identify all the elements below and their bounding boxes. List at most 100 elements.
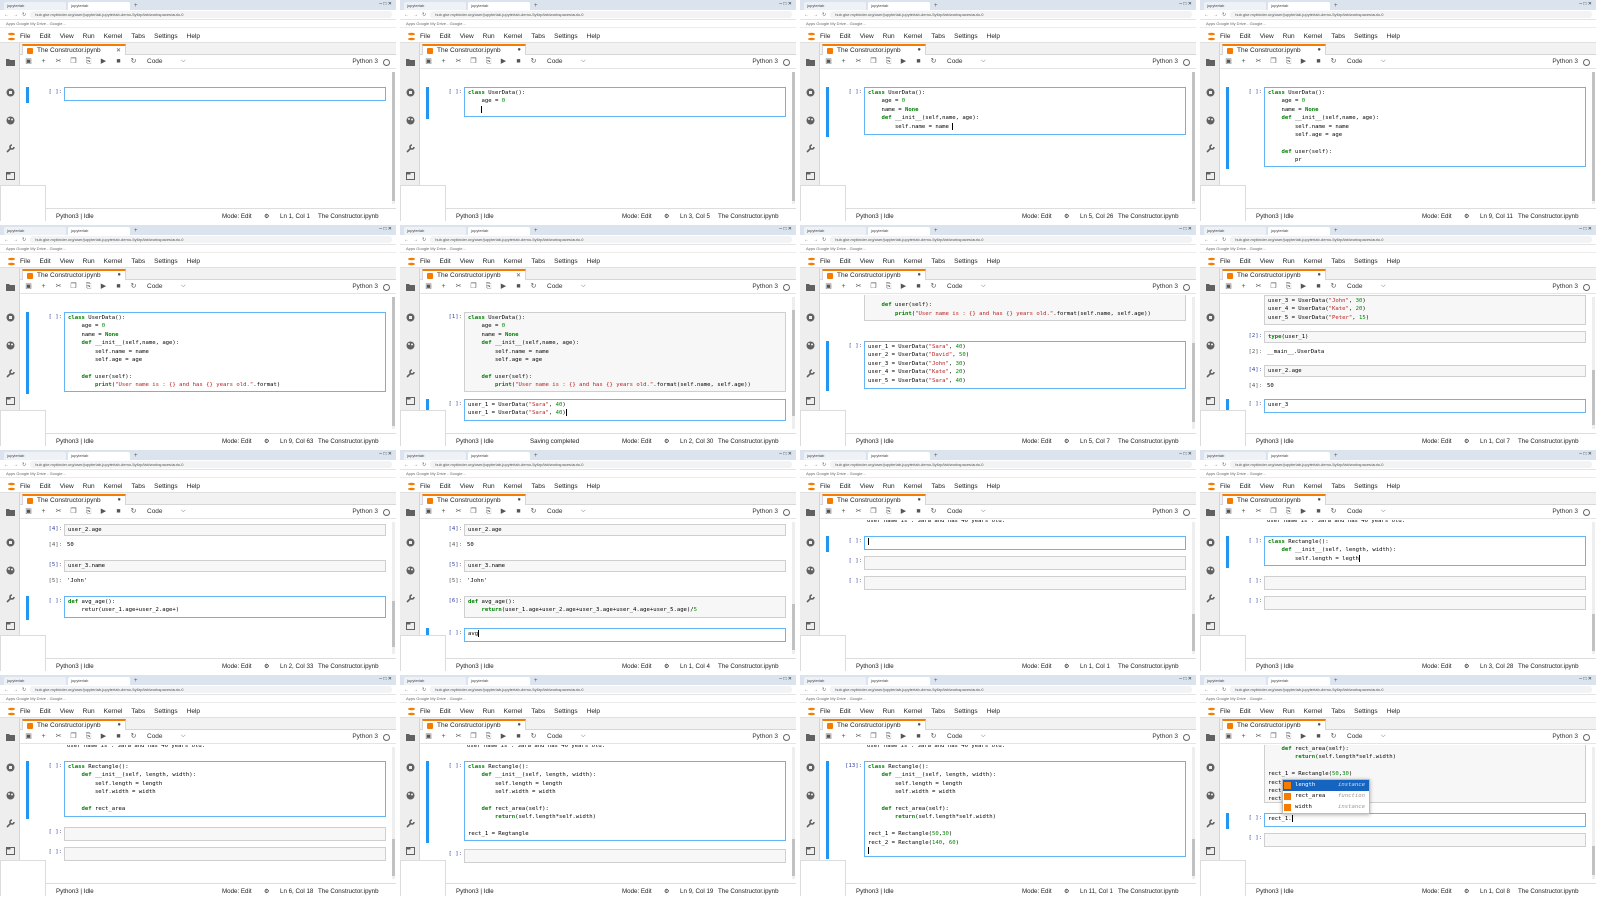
- vertical-scrollbar[interactable]: [392, 522, 395, 654]
- forward-icon[interactable]: →: [413, 12, 418, 18]
- restart-icon[interactable]: ↻: [130, 730, 137, 744]
- window-controls[interactable]: – □ ✕: [1579, 226, 1592, 232]
- settings-icon[interactable]: ⚙: [264, 663, 270, 670]
- cell-type-select[interactable]: Code: [147, 508, 181, 515]
- menu-tabs[interactable]: Tabs: [931, 708, 945, 715]
- run-icon[interactable]: ▶: [100, 280, 107, 294]
- reload-icon[interactable]: ↻: [22, 12, 26, 18]
- reload-icon[interactable]: ↻: [422, 687, 426, 693]
- code-cell[interactable]: [ ]: class UserData(): age = 0 name = Non…: [1220, 87, 1590, 169]
- code-editor[interactable]: class UserData(): age = 0 name = None de…: [1264, 87, 1586, 167]
- forward-icon[interactable]: →: [813, 237, 818, 243]
- menu-settings[interactable]: Settings: [1354, 483, 1378, 490]
- menu-edit[interactable]: Edit: [1239, 33, 1250, 40]
- bookmarks-bar[interactable]: Apps Google My Drive - Google...: [800, 695, 1196, 703]
- cell-type-select[interactable]: Code: [1347, 283, 1381, 290]
- run-icon[interactable]: ▶: [1300, 55, 1307, 69]
- code-cell[interactable]: [ ]: class Rectangle(): def __init__(self…: [1220, 536, 1590, 568]
- code-cell[interactable]: [1]: class UserData(): age = 0 name = Non…: [420, 312, 790, 394]
- settings-icon[interactable]: ⚙: [1464, 213, 1470, 220]
- menu-edit[interactable]: Edit: [839, 33, 850, 40]
- menu-help[interactable]: Help: [1387, 258, 1400, 265]
- wrench-icon[interactable]: [805, 593, 815, 603]
- kernel-name[interactable]: Python 3: [1552, 58, 1578, 65]
- plus-icon[interactable]: +: [840, 730, 847, 744]
- scrollbar-thumb[interactable]: [792, 72, 795, 202]
- tabs-icon[interactable]: [5, 846, 15, 856]
- bookmarks-bar[interactable]: Apps Google My Drive - Google...: [1200, 470, 1596, 478]
- tabs-icon[interactable]: [805, 171, 815, 181]
- code-editor[interactable]: [464, 849, 786, 863]
- forward-icon[interactable]: →: [1213, 462, 1218, 468]
- menu-tabs[interactable]: Tabs: [1331, 258, 1345, 265]
- browser-tab[interactable]: jupyterlab: [868, 227, 930, 235]
- menu-kernel[interactable]: Kernel: [504, 258, 523, 265]
- mode-indicator[interactable]: Mode: Edit: [1422, 438, 1452, 445]
- folder-icon[interactable]: [1205, 57, 1215, 67]
- kernel-name[interactable]: Python 3: [752, 283, 778, 290]
- vertical-scrollbar[interactable]: [792, 747, 795, 879]
- code-cell[interactable]: [ ]: user_3: [1220, 399, 1590, 415]
- code-editor[interactable]: class Rectangle(): def __init__(self, le…: [64, 761, 386, 817]
- menu-tabs[interactable]: Tabs: [131, 483, 145, 490]
- chevron-down-icon[interactable]: ⌵: [1381, 733, 1386, 740]
- folder-icon[interactable]: [1205, 732, 1215, 742]
- new-tab-button[interactable]: +: [534, 677, 538, 685]
- code-editor[interactable]: def avg_age(): retur(user_1.age+user_2.a…: [64, 596, 386, 618]
- close-tab-icon[interactable]: ●: [517, 47, 521, 53]
- cut-icon[interactable]: ✂: [1255, 730, 1262, 744]
- menu-file[interactable]: File: [820, 708, 830, 715]
- code-editor[interactable]: user_2.age: [1264, 365, 1586, 377]
- close-tab-icon[interactable]: ●: [1317, 47, 1321, 53]
- bookmarks-bar[interactable]: Apps Google My Drive - Google...: [400, 20, 796, 28]
- kernel-status[interactable]: Python3 | Idle: [856, 213, 894, 220]
- code-editor[interactable]: [64, 87, 386, 101]
- code-cell[interactable]: [ ]: class UserData(): age = 0 name = Non…: [20, 312, 390, 394]
- code-cell[interactable]: [ ]: user_1 = UserData("Sara", 40) user_2…: [820, 341, 1190, 391]
- restart-icon[interactable]: ↻: [130, 505, 137, 519]
- code-editor[interactable]: class Rectangle(): def __init__(self, le…: [464, 761, 786, 841]
- code-editor[interactable]: user_1 = UserData("Sara", 40) user_2 = U…: [864, 341, 1186, 389]
- wrench-icon[interactable]: [5, 143, 15, 153]
- reload-icon[interactable]: ↻: [822, 462, 826, 468]
- window-controls[interactable]: – □ ✕: [779, 451, 792, 457]
- running-icon[interactable]: [1205, 87, 1215, 97]
- palette-icon[interactable]: [805, 790, 815, 800]
- vertical-scrollbar[interactable]: [392, 297, 395, 429]
- plus-icon[interactable]: +: [40, 730, 47, 744]
- close-tab-icon[interactable]: ●: [1317, 722, 1321, 728]
- notebook-tab[interactable]: The Constructor.ipynb ●: [422, 494, 526, 505]
- menu-run[interactable]: Run: [83, 483, 95, 490]
- close-tab-icon[interactable]: ●: [517, 497, 521, 503]
- menu-settings[interactable]: Settings: [954, 483, 978, 490]
- mode-indicator[interactable]: Mode: Edit: [222, 213, 252, 220]
- reload-icon[interactable]: ↻: [1222, 462, 1226, 468]
- menu-run[interactable]: Run: [883, 258, 895, 265]
- settings-icon[interactable]: ⚙: [664, 663, 670, 670]
- code-editor[interactable]: type(user_1): [1264, 331, 1586, 343]
- menu-file[interactable]: File: [420, 33, 430, 40]
- code-cell[interactable]: [ ]:: [420, 849, 790, 865]
- url-field[interactable]: hub.gke.mybinder.org/user/jupyterlab-jup…: [30, 236, 392, 243]
- menu-kernel[interactable]: Kernel: [1304, 258, 1323, 265]
- menu-tabs[interactable]: Tabs: [531, 708, 545, 715]
- kernel-name[interactable]: Python 3: [352, 283, 378, 290]
- browser-tab[interactable]: jupyterlab: [468, 227, 530, 235]
- paste-icon[interactable]: ⎘: [85, 505, 92, 519]
- close-tab-icon[interactable]: ●: [117, 272, 121, 278]
- settings-icon[interactable]: ⚙: [1064, 438, 1070, 445]
- code-editor[interactable]: class UserData(): age = 0 name = None de…: [464, 312, 786, 392]
- reload-icon[interactable]: ↻: [1222, 12, 1226, 18]
- forward-icon[interactable]: →: [813, 12, 818, 18]
- bookmarks-bar[interactable]: Apps Google My Drive - Google...: [400, 245, 796, 253]
- stop-icon[interactable]: ■: [915, 505, 922, 519]
- settings-icon[interactable]: ⚙: [264, 213, 270, 220]
- notebook-tab[interactable]: The Constructor.ipynb ●: [22, 719, 126, 730]
- settings-icon[interactable]: ⚙: [1464, 888, 1470, 895]
- code-editor[interactable]: class Rectangle(): def __init__(self, le…: [1264, 536, 1586, 566]
- back-icon[interactable]: ←: [1204, 687, 1209, 693]
- palette-icon[interactable]: [1205, 790, 1215, 800]
- cut-icon[interactable]: ✂: [55, 730, 62, 744]
- plus-icon[interactable]: +: [440, 730, 447, 744]
- url-field[interactable]: hub.gke.mybinder.org/user/jupyterlab-jup…: [430, 236, 792, 243]
